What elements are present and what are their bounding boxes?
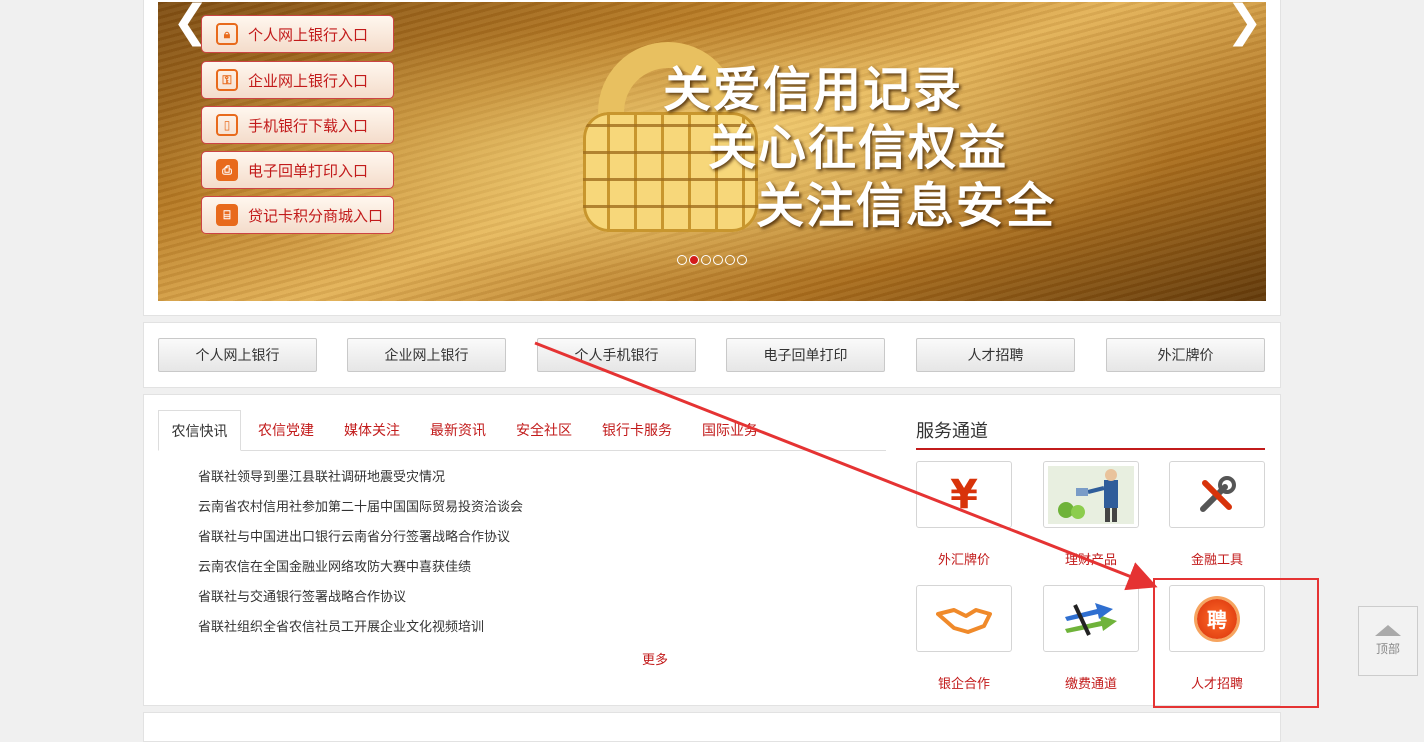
annotation-arrow (534, 341, 1158, 591)
up-arrow-icon (1375, 625, 1401, 636)
annotation-highlight-box (1153, 578, 1319, 708)
back-to-top-button[interactable]: 顶部 (1358, 606, 1418, 676)
back-to-top-label: 顶部 (1375, 642, 1400, 656)
